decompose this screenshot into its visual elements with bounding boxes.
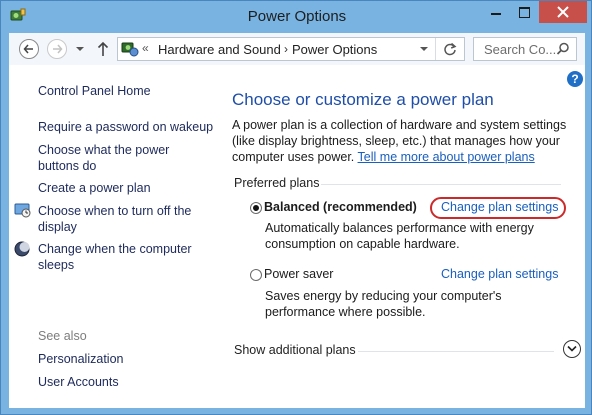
description-line-last: computer uses power. Tell me more about … xyxy=(232,149,577,165)
page-description: A power plan is a collection of hardware… xyxy=(232,117,577,165)
breadcrumb-power-options[interactable]: Power Options xyxy=(292,42,377,57)
expand-additional-plans-button[interactable] xyxy=(563,340,581,358)
control-panel-icon xyxy=(121,42,139,57)
sidebar-link-label: Create a power plan xyxy=(38,181,151,195)
refresh-icon[interactable] xyxy=(443,42,457,56)
sidebar-link-label: Choose when to turn off the xyxy=(38,204,192,218)
arrow-left-icon xyxy=(23,44,33,54)
maximize-icon xyxy=(519,7,530,18)
main-pane: Choose or customize a power plan A power… xyxy=(232,65,581,408)
sidebar-link-label: Change when the computer xyxy=(38,242,192,256)
display-icon xyxy=(14,203,31,218)
preferred-plans-label: Preferred plans xyxy=(234,176,320,190)
breadcrumb-hardware-and-sound[interactable]: Hardware and Sound xyxy=(158,42,281,57)
sidebar-link-turn-off-display[interactable]: Choose when to turn off the display xyxy=(38,203,191,235)
sleep-moon-icon xyxy=(14,241,30,257)
close-button[interactable] xyxy=(539,1,587,23)
sidebar-link-require-password[interactable]: Require a password on wakeup xyxy=(38,119,213,135)
description-line: (like display brightness, sleep, etc.) t… xyxy=(232,134,560,148)
power-saver-change-plan-settings-link[interactable]: Change plan settings xyxy=(441,267,558,281)
search-icon[interactable] xyxy=(556,42,570,56)
sidebar-link-power-buttons[interactable]: Choose what the power buttons do xyxy=(38,142,169,174)
page-title: Choose or customize a power plan xyxy=(232,90,494,109)
sidebar-link-create-power-plan[interactable]: Create a power plan xyxy=(38,180,151,196)
tell-me-more-link[interactable]: Tell me more about power plans xyxy=(358,150,535,164)
see-also-user-accounts-link[interactable]: User Accounts xyxy=(38,374,119,390)
sidebar-link-computer-sleeps[interactable]: Change when the computer sleeps xyxy=(38,241,192,273)
see-also-heading: See also xyxy=(38,329,87,343)
content-pane: ? Control Panel Home Require a password … xyxy=(9,65,585,408)
up-arrow-icon[interactable] xyxy=(97,41,109,57)
address-dropdown-icon[interactable] xyxy=(419,43,429,55)
close-icon xyxy=(557,6,569,18)
group-divider xyxy=(321,184,561,185)
maximize-button[interactable] xyxy=(511,1,541,23)
address-divider xyxy=(435,38,436,60)
search-placeholder: Search Co... xyxy=(484,42,557,57)
sidebar-link-label: Require a password on wakeup xyxy=(38,120,214,134)
balanced-plan-radio[interactable] xyxy=(250,202,262,214)
recent-locations-dropdown-icon[interactable] xyxy=(75,45,85,53)
minimize-button[interactable] xyxy=(482,1,512,23)
title-bar: Power Options xyxy=(1,1,592,33)
show-more-divider xyxy=(358,351,554,352)
search-box[interactable]: Search Co... xyxy=(473,37,577,61)
left-task-pane: Control Panel Home Require a password on… xyxy=(9,65,219,408)
control-panel-home-link[interactable]: Control Panel Home xyxy=(38,83,151,99)
radio-selected-dot xyxy=(253,205,259,211)
description-text: computer uses power. xyxy=(232,150,355,164)
power-saver-plan-name[interactable]: Power saver xyxy=(264,267,333,281)
plan-description-line: consumption on capable hardware. xyxy=(265,237,460,251)
window-frame: Power Options « Hardware and Sound › Pow… xyxy=(0,0,592,415)
plan-description-line: Saves energy by reducing your computer's xyxy=(265,289,502,303)
sidebar-link-label: sleeps xyxy=(38,258,75,272)
navigation-bar: « Hardware and Sound › Power Options Sea… xyxy=(9,33,585,65)
breadcrumb-separator-icon[interactable]: › xyxy=(284,42,288,56)
sidebar-link-label: display xyxy=(38,220,77,234)
arrow-right-icon xyxy=(53,44,63,54)
see-also-personalization-link[interactable]: Personalization xyxy=(38,351,123,367)
power-saver-plan-radio[interactable] xyxy=(250,269,262,281)
plan-description-line: Automatically balances performance with … xyxy=(265,221,534,235)
highlight-ring xyxy=(430,197,566,219)
description-line: A power plan is a collection of hardware… xyxy=(232,118,567,132)
show-additional-plans-label[interactable]: Show additional plans xyxy=(234,343,356,357)
back-button[interactable] xyxy=(19,39,39,59)
forward-button[interactable] xyxy=(47,39,67,59)
minimize-icon xyxy=(491,13,501,15)
power-saver-plan-description: Saves energy by reducing your computer's… xyxy=(265,288,502,320)
address-bar[interactable]: « Hardware and Sound › Power Options xyxy=(117,37,465,61)
plan-description-line: performance where possible. xyxy=(265,305,426,319)
balanced-plan-description: Automatically balances performance with … xyxy=(265,220,534,252)
breadcrumb-overflow-chevron[interactable]: « xyxy=(142,41,149,55)
chevron-down-icon xyxy=(567,345,577,352)
balanced-plan-name[interactable]: Balanced (recommended) xyxy=(264,200,417,214)
sidebar-link-label: buttons do xyxy=(38,159,97,173)
sidebar-link-label: Choose what the power xyxy=(38,143,170,157)
